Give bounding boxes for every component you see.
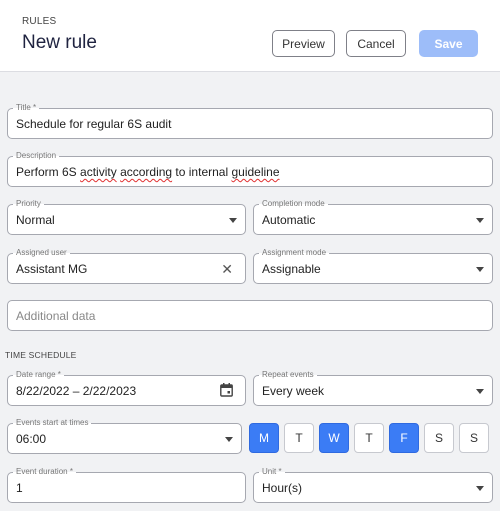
repeat-events-select-value: Every week [262, 384, 325, 398]
date-range-field-value: 8/22/2022 – 2/22/2023 [16, 384, 137, 398]
save-button[interactable]: Save [419, 30, 478, 57]
unit-select[interactable]: Unit * Hour(s) [253, 467, 493, 503]
start-times-select-label: Events start at times [13, 418, 92, 428]
description-field-value: Perform 6S activity according to interna… [16, 165, 280, 179]
breadcrumb[interactable]: RULES [22, 16, 56, 27]
chevron-down-icon[interactable] [225, 437, 233, 442]
additional-data-field[interactable]: Additional data [7, 300, 493, 331]
calendar-icon[interactable] [220, 383, 233, 397]
day-toggle-tuesday[interactable]: T [284, 423, 314, 453]
description-field-label: Description [13, 151, 60, 161]
start-times-select-value: 06:00 [16, 432, 47, 446]
assignment-mode-select[interactable]: Assignment mode Assignable [253, 248, 493, 284]
date-range-field[interactable]: Date range * 8/22/2022 – 2/22/2023 [7, 370, 246, 406]
day-toggle-saturday[interactable]: S [424, 423, 454, 453]
priority-select-value: Normal [16, 213, 55, 227]
chevron-down-icon[interactable] [476, 218, 484, 223]
priority-select-label: Priority [13, 199, 44, 209]
page-title: New rule [22, 32, 97, 53]
completion-mode-select-value: Automatic [262, 213, 316, 227]
completion-mode-select[interactable]: Completion mode Automatic [253, 199, 493, 235]
title-field-label: Title * [13, 103, 40, 113]
event-duration-field-label: Event duration * [13, 467, 76, 477]
assignment-mode-select-value: Assignable [262, 262, 321, 276]
day-toggle-friday[interactable]: F [389, 423, 419, 453]
day-toggle-monday[interactable]: M [249, 423, 279, 453]
section-title: TIME SCHEDULE [5, 350, 77, 360]
title-field-value: Schedule for regular 6S audit [16, 117, 172, 131]
day-toggle-wednesday[interactable]: W [319, 423, 349, 453]
event-duration-field-value: 1 [16, 481, 23, 495]
chevron-down-icon[interactable] [476, 267, 484, 272]
repeat-events-select[interactable]: Repeat events Every week [253, 370, 493, 406]
date-range-field-label: Date range * [13, 370, 64, 380]
assigned-user-field-value: Assistant MG [16, 262, 88, 276]
chevron-down-icon[interactable] [476, 389, 484, 394]
assignment-mode-select-label: Assignment mode [259, 248, 330, 258]
page-header: RULES New rule Preview Cancel Save [0, 0, 500, 72]
description-field[interactable]: Description Perform 6S activity accordin… [7, 151, 493, 187]
event-duration-field[interactable]: Event duration * 1 [7, 467, 246, 503]
title-field[interactable]: Title * Schedule for regular 6S audit [7, 103, 493, 139]
day-toggle-sunday[interactable]: S [459, 423, 489, 453]
additional-data-placeholder: Additional data [16, 309, 96, 323]
assigned-user-field-label: Assigned user [13, 248, 70, 258]
chevron-down-icon[interactable] [229, 218, 237, 223]
completion-mode-select-label: Completion mode [259, 199, 328, 209]
close-icon[interactable]: ✕ [221, 262, 233, 276]
start-times-select[interactable]: Events start at times 06:00 [7, 418, 242, 454]
assigned-user-field[interactable]: Assigned user Assistant MG ✕ [7, 248, 246, 284]
unit-select-value: Hour(s) [262, 481, 303, 495]
day-toggle-thursday[interactable]: T [354, 423, 384, 453]
unit-select-label: Unit * [259, 467, 285, 477]
cancel-button[interactable]: Cancel [346, 30, 406, 57]
chevron-down-icon[interactable] [476, 486, 484, 491]
preview-button[interactable]: Preview [272, 30, 335, 57]
repeat-events-select-label: Repeat events [259, 370, 317, 380]
priority-select[interactable]: Priority Normal [7, 199, 246, 235]
